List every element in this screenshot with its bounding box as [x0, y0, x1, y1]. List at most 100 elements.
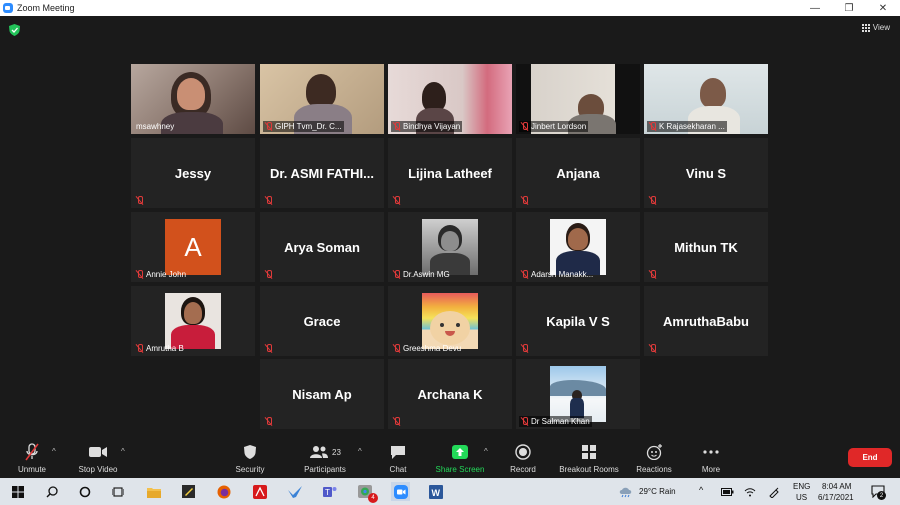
clock-date[interactable]: 6/17/2021	[818, 493, 854, 502]
task-view-icon[interactable]	[108, 482, 127, 501]
participant-name: Kapila V S	[546, 313, 610, 329]
mic-muted-icon	[265, 196, 273, 205]
participants-options-caret[interactable]: ^	[358, 447, 362, 456]
participant-tile[interactable]: msawhney	[131, 64, 255, 134]
maximize-button[interactable]: ❐	[832, 0, 866, 16]
video-options-caret[interactable]: ^	[121, 447, 125, 456]
teams-icon[interactable]: T	[320, 482, 339, 501]
svg-text:W: W	[431, 488, 440, 498]
security-button[interactable]: Security	[232, 438, 268, 478]
participant-tile[interactable]: Dr. ASMI FATHI...	[260, 138, 384, 208]
chrome-icon[interactable]: 4	[356, 482, 378, 503]
end-meeting-button[interactable]: End	[848, 448, 892, 467]
mic-muted-icon	[136, 270, 144, 279]
breakout-rooms-label: Breakout Rooms	[559, 465, 619, 474]
chat-button[interactable]: Chat	[384, 438, 412, 478]
window-title: Zoom Meeting	[17, 3, 75, 13]
pen-icon[interactable]	[764, 482, 783, 501]
windows-start-icon[interactable]	[8, 482, 27, 501]
participants-button[interactable]: 23 Participants	[300, 438, 350, 478]
participants-icon	[310, 446, 329, 458]
sticky-notes-icon[interactable]	[179, 482, 198, 501]
language-region[interactable]: US	[796, 493, 807, 502]
participant-tile[interactable]: A Annie John	[131, 212, 255, 282]
participant-tile[interactable]: Dr.Aswin MG	[388, 212, 512, 282]
avatar	[422, 293, 478, 349]
shield-icon	[243, 442, 257, 462]
participant-label	[519, 343, 531, 354]
chevron-up-icon[interactable]: ^	[699, 485, 703, 495]
participant-name: Anjana	[556, 165, 600, 181]
battery-icon[interactable]	[718, 482, 737, 501]
file-explorer-icon[interactable]	[144, 482, 163, 501]
participant-tile[interactable]: Archana K	[388, 359, 512, 429]
participant-label: GIPH Tvm_Dr. C...	[263, 121, 344, 132]
participant-tile[interactable]: Anjana	[516, 138, 640, 208]
audio-options-caret[interactable]: ^	[52, 447, 56, 456]
more-button[interactable]: More	[696, 438, 726, 478]
participant-label	[647, 269, 659, 280]
participant-tile[interactable]: Arya Soman	[260, 212, 384, 282]
stop-video-button[interactable]: Stop Video	[74, 438, 122, 478]
mic-muted-icon	[265, 270, 273, 279]
participant-tile[interactable]: Dr Salman Khan	[516, 359, 640, 429]
acrobat-icon[interactable]	[250, 482, 269, 501]
participant-tile[interactable]: Jessy	[131, 138, 255, 208]
chat-label: Chat	[389, 465, 407, 474]
participant-label	[263, 269, 275, 280]
mic-muted-icon	[136, 196, 144, 205]
clock-time[interactable]: 8:04 AM	[822, 482, 851, 491]
participant-tile[interactable]: Mithun TK	[644, 212, 768, 282]
notifications-icon[interactable]: 2	[868, 482, 887, 501]
minimize-button[interactable]: —	[798, 0, 832, 16]
zoom-logo-icon	[3, 3, 13, 13]
avatar	[422, 219, 478, 275]
participant-tile[interactable]: AmruthaBabu	[644, 286, 768, 356]
participant-tile[interactable]: GIPH Tvm_Dr. C...	[260, 64, 384, 134]
participant-tile[interactable]: Adarsh Manakk...	[516, 212, 640, 282]
mic-muted-icon	[265, 122, 273, 131]
bird-app-icon[interactable]	[285, 482, 304, 501]
share-screen-label: Share Screen	[435, 465, 485, 474]
close-button[interactable]: ✕	[866, 0, 900, 16]
search-icon[interactable]	[42, 482, 61, 501]
firefox-icon[interactable]	[214, 482, 233, 501]
participant-name: Arya Soman	[284, 239, 360, 255]
language-indicator[interactable]: ENG	[793, 482, 810, 491]
meeting-gallery: View msawhney GIPH Tvm_Dr. C... Bindhya …	[0, 16, 900, 438]
view-button[interactable]: View	[861, 23, 890, 32]
zoom-taskbar-icon[interactable]	[391, 482, 410, 501]
participant-label	[647, 195, 659, 206]
participant-tile[interactable]: Jinbert Lordson	[516, 64, 640, 134]
record-button[interactable]: Record	[507, 438, 539, 478]
participant-label: Annie John	[134, 269, 188, 280]
participant-tile[interactable]: Nisam Ap	[260, 359, 384, 429]
participant-tile[interactable]: Amrutha B	[131, 286, 255, 356]
share-options-caret[interactable]: ^	[484, 447, 488, 456]
share-screen-button[interactable]: Share Screen	[432, 438, 488, 478]
word-icon[interactable]: W	[426, 482, 445, 501]
breakout-rooms-button[interactable]: Breakout Rooms	[556, 438, 622, 478]
participant-label: Bindhya Vijayan	[391, 121, 463, 132]
participant-name: Dr. ASMI FATHI...	[269, 165, 374, 181]
participant-tile[interactable]: K Rajasekharan ...	[644, 64, 768, 134]
mic-muted-icon	[521, 417, 529, 426]
participant-tile[interactable]: Greeshma Devu	[388, 286, 512, 356]
participant-name: Lijina Latheef	[408, 165, 492, 181]
weather-text[interactable]: 29°C Rain	[639, 487, 676, 496]
unmute-button[interactable]: Unmute	[14, 438, 50, 478]
participant-name: Greeshma Devu	[403, 344, 462, 353]
breakout-rooms-icon	[581, 442, 597, 462]
avatar	[550, 219, 606, 275]
participant-tile[interactable]: Kapila V S	[516, 286, 640, 356]
cortana-icon[interactable]	[75, 482, 94, 501]
wifi-icon[interactable]	[740, 482, 759, 501]
participant-tile[interactable]: Grace	[260, 286, 384, 356]
shield-icon[interactable]	[9, 24, 20, 36]
participant-label: K Rajasekharan ...	[647, 121, 727, 132]
reactions-button[interactable]: Reactions	[634, 438, 674, 478]
participant-tile[interactable]: Vinu S	[644, 138, 768, 208]
participant-tile[interactable]: Lijina Latheef	[388, 138, 512, 208]
participant-tile[interactable]: Bindhya Vijayan	[388, 64, 512, 134]
weather-icon[interactable]	[616, 482, 635, 501]
